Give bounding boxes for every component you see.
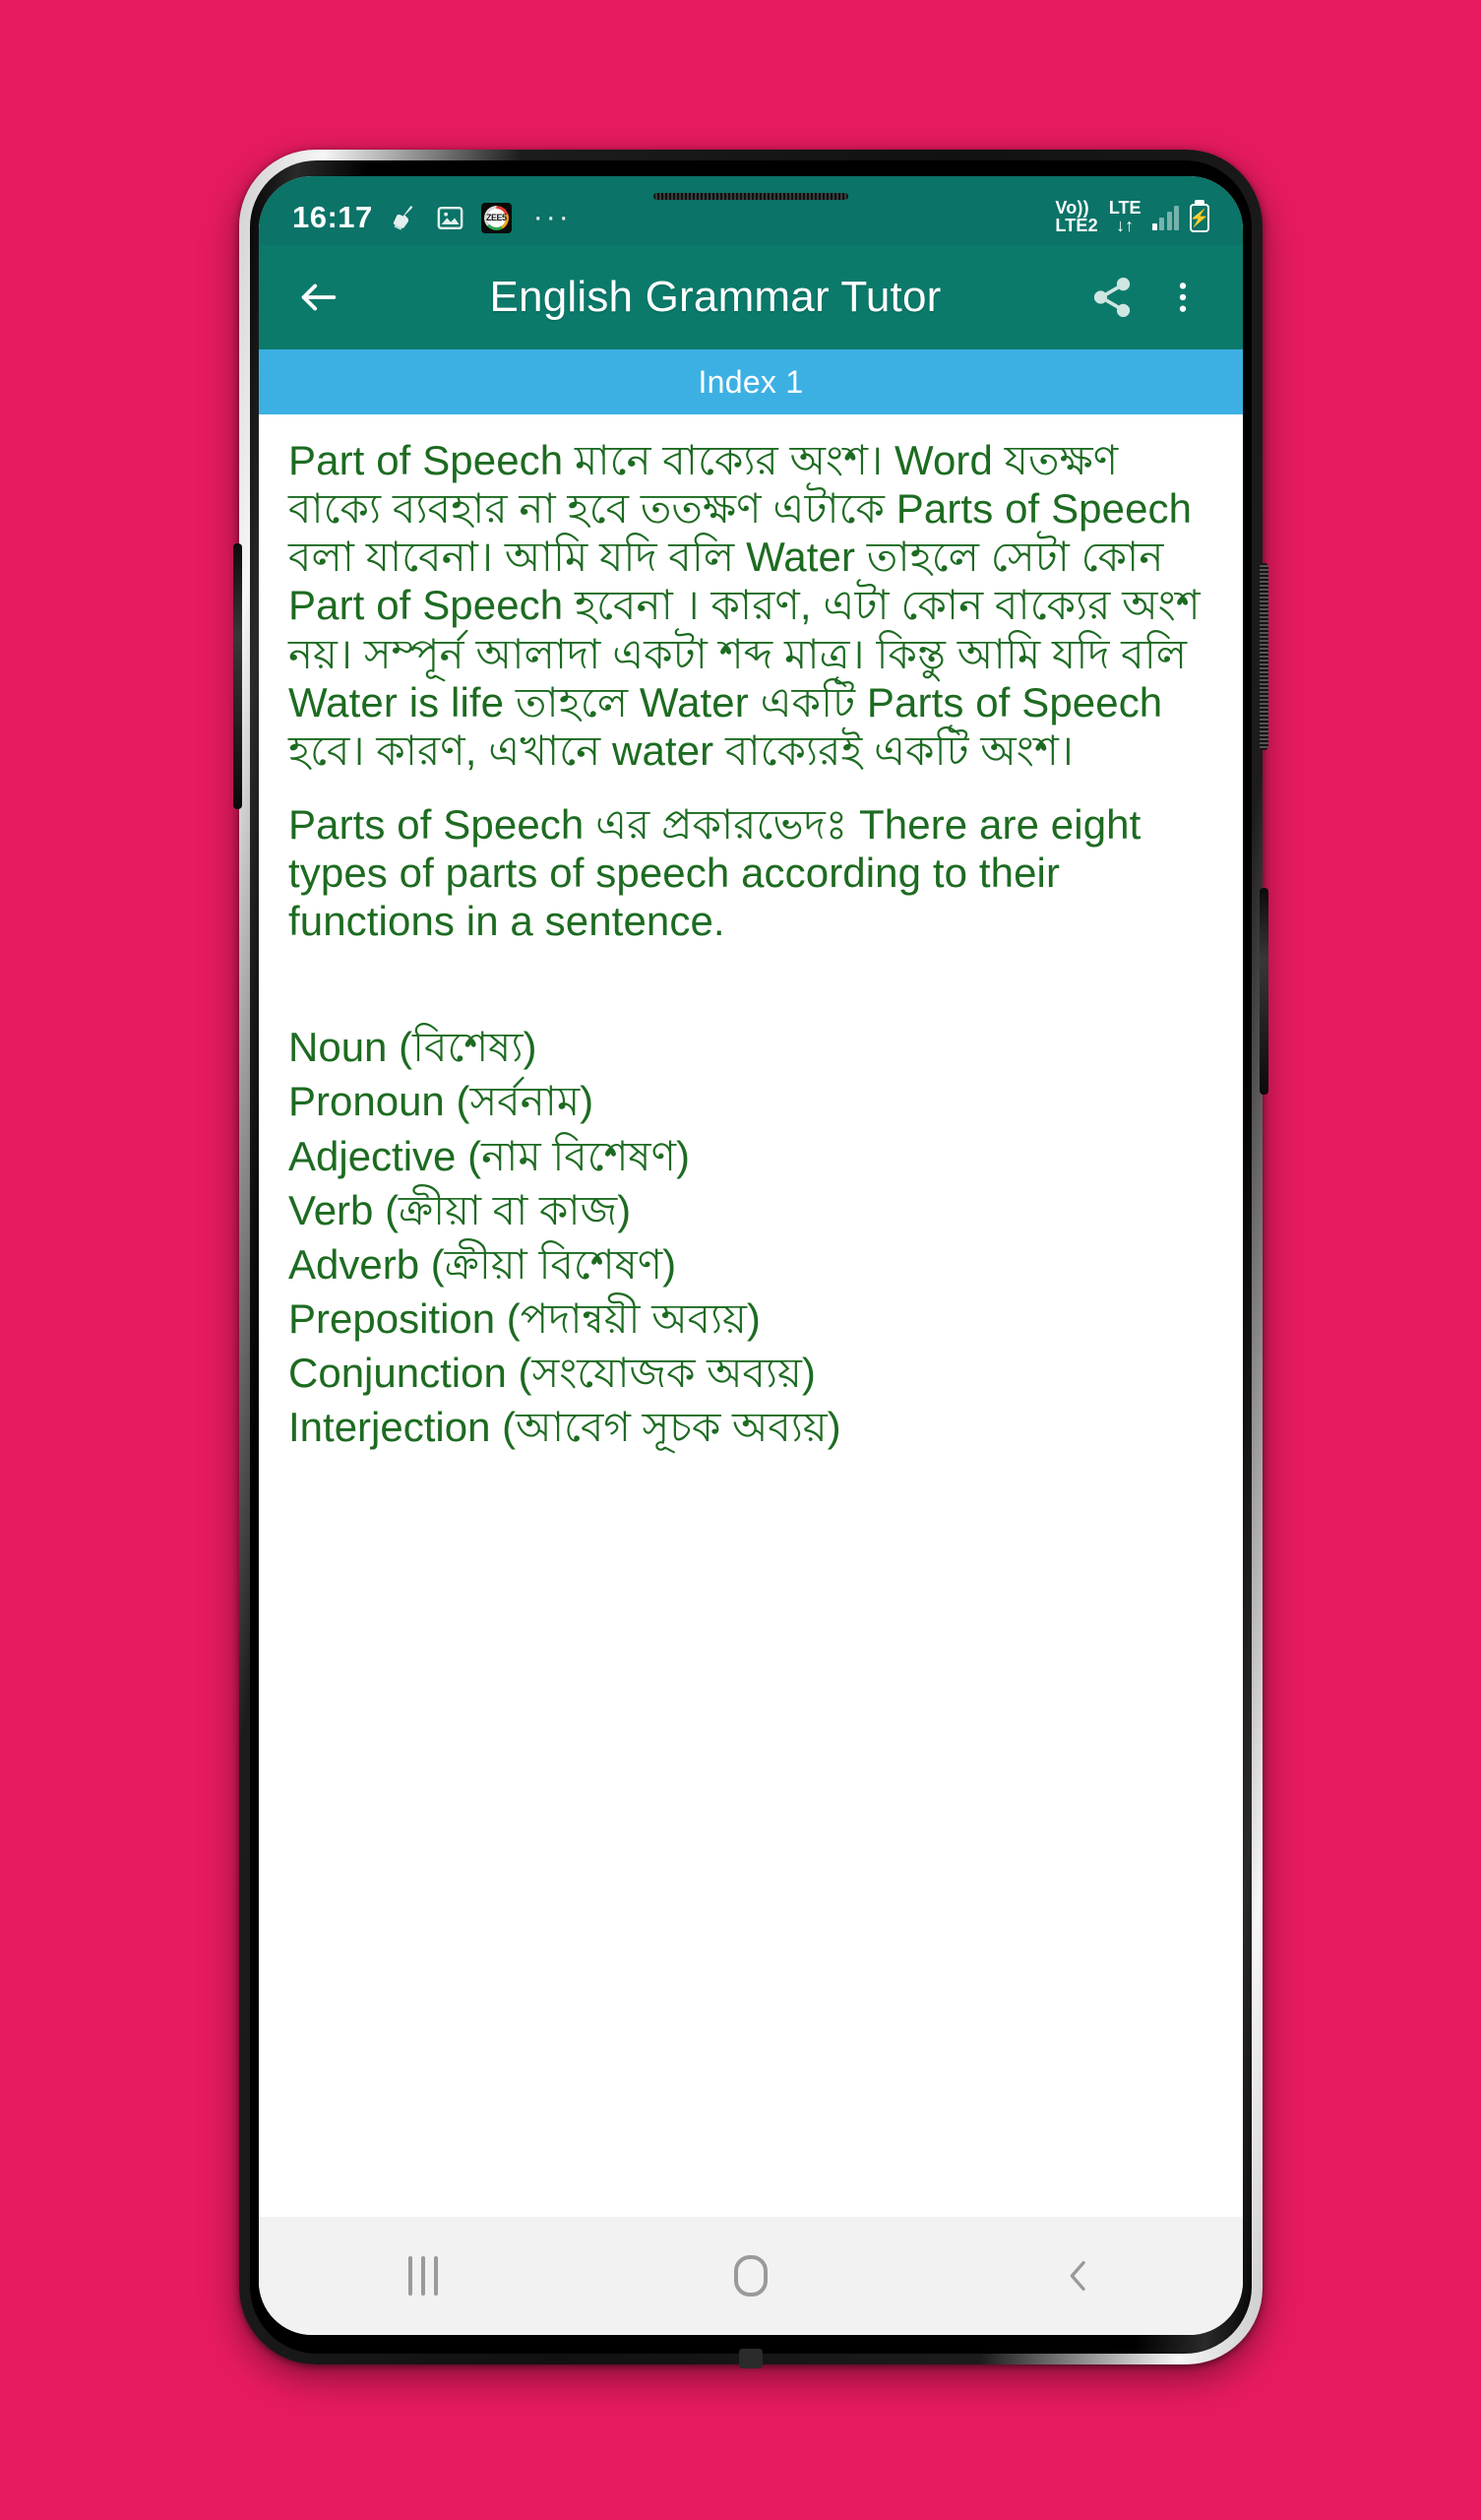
status-clock: 16:17 bbox=[292, 200, 373, 234]
status-bar-right: Vo)) LTE2 LTE ↓↑ ⚡ bbox=[1055, 200, 1209, 234]
recents-icon[interactable] bbox=[349, 2227, 497, 2325]
zee5-icon: ZEE5 bbox=[480, 202, 512, 233]
list-item: Adjective (নাম বিশেষণ) bbox=[288, 1132, 690, 1179]
list-item: Verb (ক্রীয়া বা কাজ) bbox=[288, 1186, 632, 1233]
overflow-menu-icon[interactable] bbox=[1152, 267, 1213, 328]
volte-indicator: Vo)) LTE2 bbox=[1055, 200, 1097, 234]
speaker-nub bbox=[739, 2349, 763, 2368]
lesson-paragraph-2: Parts of Speech এর প্রকারভেদঃ There are … bbox=[288, 800, 1142, 945]
home-icon[interactable] bbox=[677, 2227, 825, 2325]
assistant-button[interactable] bbox=[1260, 888, 1268, 1095]
list-item: Noun (বিশেষ্য) bbox=[288, 1024, 537, 1071]
lesson-paragraph-1: Part of Speech মানে বাক্যের অংশ। Word যত… bbox=[288, 437, 1201, 774]
status-overflow-dots-icon: ··· bbox=[532, 201, 572, 233]
earpiece-grille bbox=[653, 193, 848, 200]
volume-button[interactable] bbox=[233, 543, 242, 809]
list-item: Interjection (আবেগ সূচক অব্যয়) bbox=[288, 1404, 841, 1451]
battery-charging-icon: ⚡ bbox=[1189, 203, 1210, 232]
signal-bars-icon bbox=[1151, 205, 1179, 230]
phone-screen: 16:17 ZEE5 ··· Vo)) LTE2 LTE ↓↑ ⚡ Englis… bbox=[259, 176, 1243, 2335]
parts-of-speech-list: Noun (বিশেষ্য) Pronoun (সর্বনাম) Adjecti… bbox=[288, 1020, 1215, 1454]
status-bar: 16:17 ZEE5 ··· Vo)) LTE2 LTE ↓↑ ⚡ bbox=[259, 176, 1243, 245]
sim-label: LTE2 bbox=[1055, 216, 1098, 235]
data-arrows-icon: ↓↑ bbox=[1116, 216, 1135, 235]
power-button[interactable] bbox=[1260, 563, 1268, 750]
broom-icon bbox=[389, 203, 419, 233]
list-item: Conjunction (সংযোজক অব্যয়) bbox=[288, 1350, 816, 1396]
tab-index-1-label: Index 1 bbox=[698, 363, 804, 400]
list-item: Pronoun (সর্বনাম) bbox=[288, 1078, 594, 1125]
zee5-label: ZEE5 bbox=[486, 208, 507, 227]
app-bar: English Grammar Tutor bbox=[259, 245, 1243, 349]
tab-index-1[interactable]: Index 1 bbox=[259, 349, 1243, 414]
list-item: Adverb (ক্রীয়া বিশেষণ) bbox=[288, 1240, 677, 1288]
status-bar-left: 16:17 ZEE5 ··· bbox=[292, 200, 1055, 235]
back-chevron-icon[interactable] bbox=[1005, 2227, 1152, 2325]
share-icon[interactable] bbox=[1081, 267, 1142, 328]
photo-icon bbox=[435, 203, 465, 233]
page-title: English Grammar Tutor bbox=[489, 273, 942, 321]
system-navigation-bar bbox=[259, 2217, 1243, 2335]
phone-frame: 16:17 ZEE5 ··· Vo)) LTE2 LTE ↓↑ ⚡ Englis… bbox=[233, 150, 1268, 2368]
list-item: Preposition (পদান্বয়ী অব্যয়) bbox=[288, 1294, 761, 1342]
lte-indicator: LTE ↓↑ bbox=[1109, 200, 1142, 234]
arrow-left-icon[interactable] bbox=[288, 267, 349, 328]
lesson-content[interactable]: Part of Speech মানে বাক্যের অংশ। Word যত… bbox=[259, 414, 1243, 2217]
